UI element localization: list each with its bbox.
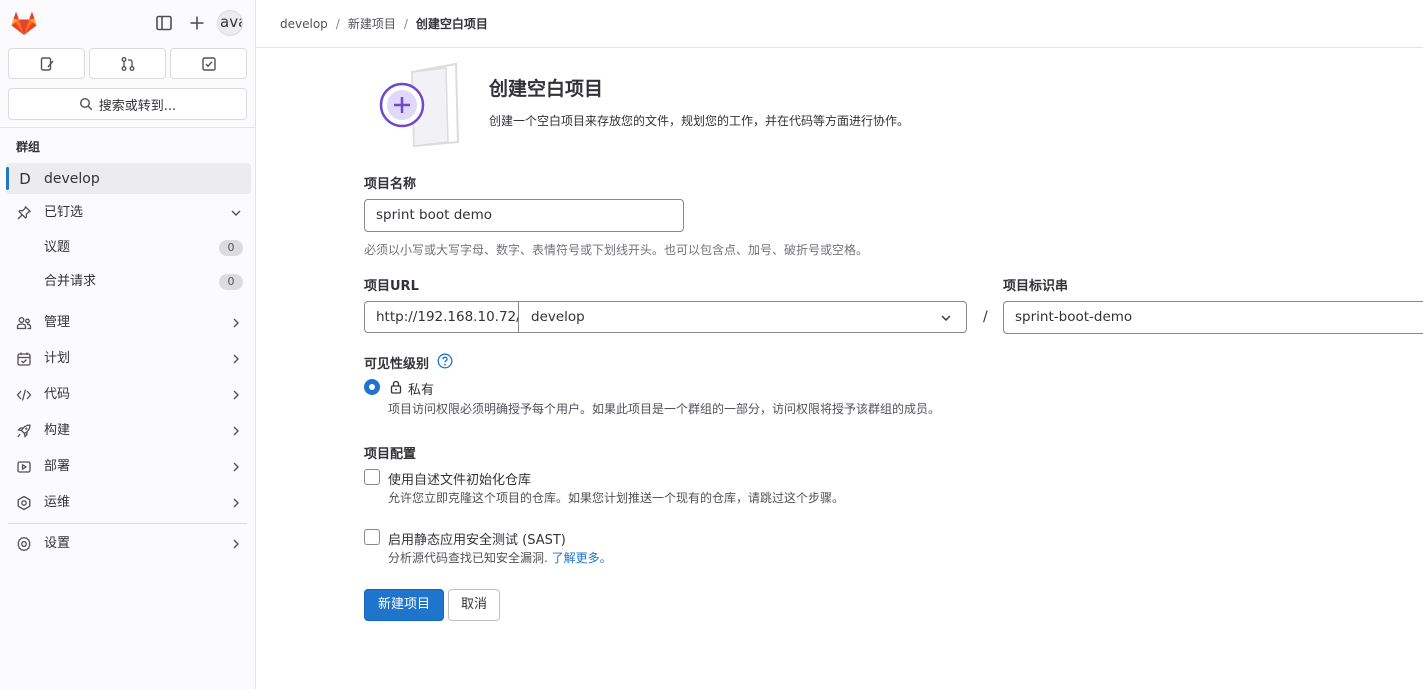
issues-icon [40,56,54,71]
namespace-value: develop [531,309,585,325]
chevron-right-icon [233,498,239,508]
sast-checkbox[interactable] [364,529,380,545]
todo-icon [201,56,216,71]
sidebar-item-label: 已钉选 [44,205,84,220]
group-avatar: D [19,169,31,188]
breadcrumb-separator: / [403,16,408,31]
breadcrumb-separator: / [335,16,340,31]
search-button[interactable]: 搜索或转到... [8,88,247,120]
sidebar-item-label: 构建 [44,423,71,438]
users-icon [16,317,32,330]
count-badge: 0 [219,240,243,256]
active-indicator [6,167,9,190]
sidebar-item-label: 设置 [44,536,71,551]
sidebar-item-issues[interactable]: 议题 0 [6,232,251,264]
readme-label: 使用自述文件初始化仓库 [388,473,532,488]
code-icon [16,389,32,401]
sidebar-item-label: 代码 [44,387,71,402]
sidebar-item-deploy[interactable]: 部署 [6,451,251,483]
group-name: develop [44,170,100,187]
sidebar-section-title: 群组 [16,140,41,154]
page-description: 创建一个空白项目来存放您的文件，规划您的工作，并在代码等方面进行协作。 [489,114,910,128]
visibility-private-desc: 项目访问权限必须明确授予每个用户。如果此项目是一个群组的一部分，访问权限将授予该… [388,402,941,416]
blank-project-illustration [379,62,460,148]
page-title: 创建空白项目 [489,78,604,100]
chevron-right-icon [233,539,239,549]
project-name-help: 必须以小写或大写字母、数字、表情符号或下划线开头。也可以包含点、加号、破折号或空… [364,243,869,257]
toggle-sidebar-icon[interactable] [154,13,174,33]
visibility-label: 可见性级别 [364,357,430,372]
project-name-label: 项目名称 [364,177,417,192]
user-avatar[interactable]: ava [217,10,243,36]
create-new-icon[interactable] [187,13,207,33]
calendar-icon [17,352,31,366]
namespace-select[interactable]: develop [518,301,967,333]
sidebar-item-pinned[interactable]: 已钉选 [6,197,251,229]
sidebar-divider [0,127,255,128]
sidebar-group-develop[interactable]: D develop [6,163,251,194]
sidebar-item-label: 管理 [44,315,71,330]
visibility-private-radio[interactable] [364,379,380,395]
deploy-icon [17,461,31,473]
url-prefix: http://192.168.10.72/ [364,301,519,333]
sidebar-item-label: 议题 [44,240,71,255]
gitlab-logo-icon[interactable] [10,10,38,36]
readme-desc: 允许您立即克隆这个项目的仓库。如果您计划推送一个现有的仓库，请跳过这个步骤。 [388,491,845,505]
learn-more-link[interactable]: 了解更多。 [552,551,612,565]
count-badge: 0 [219,274,243,290]
sidebar-item-build[interactable]: 构建 [6,415,251,447]
sidebar-item-label: 部署 [44,459,71,474]
sast-desc: 分析源代码查找已知安全漏洞. [388,551,548,565]
merge-requests-quick-button[interactable] [89,48,166,79]
monitor-icon [17,495,31,511]
sidebar-item-merge-requests[interactable]: 合并请求 0 [6,266,251,298]
create-project-button[interactable]: 新建项目 [364,589,444,621]
sidebar-item-plan[interactable]: 计划 [6,343,251,375]
help-icon[interactable] [437,353,453,369]
rocket-icon [17,424,31,438]
breadcrumb: develop / 新建项目 / 创建空白项目 [256,0,1423,48]
cancel-button[interactable]: 取消 [448,589,500,621]
project-url-label: 项目URL [364,279,419,294]
sidebar-item-label: 合并请求 [44,274,97,289]
sidebar-header: ava [0,0,256,46]
search-label: 搜索或转到... [98,98,177,114]
breadcrumb-item-current: 创建空白项目 [415,17,488,31]
sidebar-divider [8,523,247,524]
project-slug-label: 项目标识串 [1003,279,1069,294]
issues-quick-button[interactable] [8,48,85,79]
project-config-label: 项目配置 [364,447,417,462]
sidebar-item-settings[interactable]: 设置 [6,528,251,560]
readme-checkbox[interactable] [364,469,380,485]
breadcrumb-item-group[interactable]: develop [280,17,328,31]
lock-icon [390,380,402,394]
url-separator: / [983,309,988,325]
chevron-down-icon [941,315,951,321]
chevron-right-icon [233,426,239,436]
sidebar-item-label: 计划 [44,351,71,366]
sast-label: 启用静态应用安全测试 (SAST) [388,533,566,548]
project-slug-input[interactable]: sprint-boot-demo [1003,301,1423,334]
sidebar-item-manage[interactable]: 管理 [6,307,251,339]
chevron-right-icon [233,390,239,400]
project-name-input[interactable]: sprint boot demo [364,199,684,232]
search-icon [79,97,93,111]
chevron-right-icon [233,462,239,472]
chevron-down-icon [231,210,241,216]
breadcrumb-item-new-project[interactable]: 新建项目 [348,15,396,32]
sidebar-item-label: 运维 [44,495,71,510]
sidebar-item-code[interactable]: 代码 [6,379,251,411]
chevron-right-icon [233,354,239,364]
sidebar-item-operate[interactable]: 运维 [6,487,251,519]
chevron-right-icon [233,318,239,328]
todos-quick-button[interactable] [170,48,247,79]
sidebar: ava 搜索或转到... 群组 D develop [0,0,256,689]
gear-icon [17,536,31,552]
merge-request-icon [121,56,134,71]
sast-desc-row: 分析源代码查找已知安全漏洞. 了解更多。 [388,549,612,566]
pin-icon [17,206,31,220]
visibility-private-label: 私有 [408,383,435,398]
